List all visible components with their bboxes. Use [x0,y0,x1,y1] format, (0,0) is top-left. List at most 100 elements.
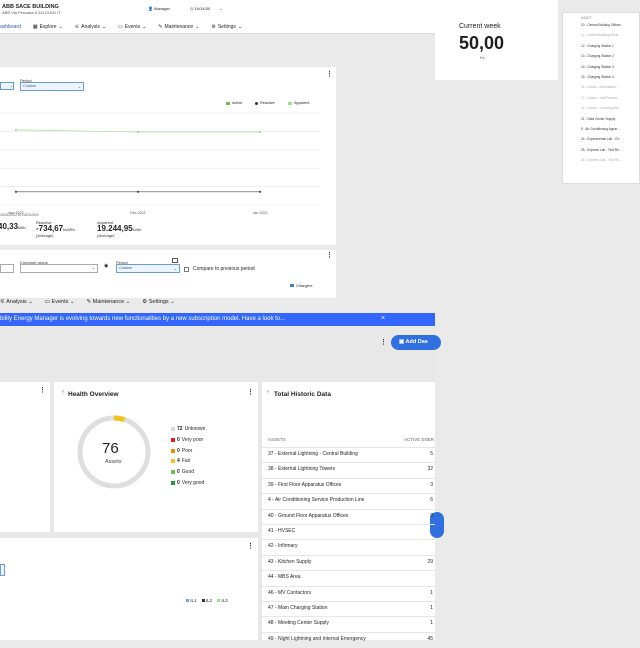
tab-maintenance[interactable]: ✎ Maintenance ⌄ [158,24,199,30]
health-label: Fair [181,458,191,465]
table-row[interactable]: 48 - Meeting Center Supply 1 [262,616,435,632]
period-select[interactable]: Custom ⌄ [20,82,84,91]
filter-select-left[interactable] [0,264,14,273]
health-legend-item[interactable]: 0 Poor [171,448,192,454]
asset-list-item[interactable]: 15 - Charging Station 4 [581,75,614,79]
table-row[interactable]: 39 - First Floor Apparatus Offices 3 [262,477,435,494]
table-row[interactable]: 46 - MV Contactors 1 [262,585,435,602]
table-row[interactable]: 42 - Infirmary [262,539,435,555]
table-row[interactable]: 47 - Main Charging Station 1 [262,601,435,617]
asset-list-item[interactable]: 5 - Air Conditioning Appar... [581,127,620,131]
legend-il1[interactable]: IL1 [186,598,197,603]
chart-select-left[interactable]: ⌄ [0,82,14,90]
compare-checkbox[interactable] [184,266,189,272]
active-energy-value: 1 [430,620,433,627]
subscription-banner: bility Energy Manager is evolving toward… [0,313,435,326]
drag-handle-icon[interactable]: ⠿ [266,390,270,396]
table-row[interactable]: 43 - Kitchen Supply 29 [262,554,435,571]
period-label: 10/14/30 [194,6,211,11]
stat-apparent-sub: (Average) [97,233,115,238]
tab-analysis[interactable]: ⚟ Analysis ⌄ [0,299,33,305]
legend-il3[interactable]: IL3 [217,598,228,603]
select-partial[interactable] [0,564,5,576]
asset-list-item[interactable]: 18 - Cooler - Lunching Sec... [581,106,622,110]
card-title: Total Historic Data [274,391,331,398]
add-dashboard-button[interactable]: ▣ Add Das [391,335,441,350]
asset-list-item[interactable]: 17 - Cooler - Unit Product... [581,96,620,100]
legend-il2[interactable]: IL2 [201,598,212,603]
asset-list-item[interactable]: 21 - Data Center Supply [581,117,615,121]
asset-list-item[interactable]: 13 - Charging Station 2 [581,54,614,58]
data-point[interactable] [136,130,140,134]
tab-analysis[interactable]: ⚟ Analysis ⌄ [75,24,106,30]
health-legend-item[interactable]: 4 Fair [171,458,190,464]
table-row[interactable]: 4 - Air Conditioning Service Production … [262,493,435,509]
row-divider [262,631,435,633]
tab-maintenance[interactable]: ✎ Maintenance ⌄ [87,299,131,305]
calendar-icon[interactable] [172,258,178,263]
data-point[interactable] [258,190,262,193]
legend-label: IL1 [190,598,197,603]
asset-list-item[interactable]: 16 - Cooler - Automation... [581,85,618,89]
kebab-menu-icon[interactable]: ⋮ [247,542,254,550]
asset-name: 44 - MBS Area [268,574,301,581]
health-legend-item[interactable]: 0 Good [171,469,194,475]
tab-settings[interactable]: ⚙ Settings ⌄ [211,24,242,30]
asset-list-item[interactable]: 25 - Experim Lab - Test Re... [581,148,622,152]
compare-checkbox-row[interactable]: Compare to previous period [184,266,255,272]
calendar-icon: ▭ [118,24,123,30]
card-title: Health Overview [68,391,119,398]
health-legend-item[interactable]: 72 Unknown [171,426,205,432]
asset-list-item[interactable]: 11 - Central Building Mech... [581,33,621,37]
health-legend-item[interactable]: 0 Very poor [171,437,203,443]
table-row[interactable]: 40 - Ground Floor Apparatus Offices 8 [262,508,435,525]
banner-text[interactable]: bility Energy Manager is evolving toward… [0,316,285,322]
close-icon[interactable]: × [381,315,385,322]
table-row[interactable]: 44 - MBS Area [262,570,435,586]
chevron-down-icon: ⌄ [101,24,107,30]
legend-active[interactable]: Active [226,101,242,105]
legend-reactive[interactable]: Reactive [255,101,275,105]
chevron-down-icon: ⌄ [69,299,75,305]
asset-list-item[interactable]: 26 - Experim Lab - Test Re... [581,158,622,162]
table-row[interactable]: 38 - External Lightning Towers 32 [262,462,435,478]
kebab-menu-icon[interactable]: ⋮ [247,388,254,396]
row-divider [262,585,435,587]
data-point[interactable] [14,190,18,193]
table-row[interactable]: 41 - HVSEC [262,524,435,540]
period-select[interactable]: Custom ⌄ [116,264,180,273]
asset-list-item[interactable]: 10 - Central Building Offices [581,23,621,27]
asset-list-item[interactable]: 14 - Charging Station 3 [581,65,614,69]
data-point[interactable] [258,130,262,134]
eye-icon[interactable]: ◉ [104,263,108,269]
user-menu[interactable]: 👤 Manager [148,6,170,11]
tab-dashboard[interactable]: ashboard [0,24,21,30]
legend-chargers[interactable]: Chargers [290,283,312,288]
asset-list-item[interactable]: 12 - Charging Station 1 [581,44,614,48]
data-point[interactable] [136,190,140,193]
kebab-menu-icon[interactable]: ⋮ [326,70,333,78]
period-menu[interactable]: ◷ 10/14/30 ⌄ [190,6,223,11]
tab-events[interactable]: ▭ Events ⌄ [45,299,75,305]
chevron-down-icon: ⌄ [77,85,81,89]
drag-handle-icon[interactable]: ⠿ [61,390,65,396]
tab-events[interactable]: ▭ Events ⌄ [118,24,146,30]
kebab-menu-icon[interactable]: ⋮ [326,251,333,259]
kebab-menu-icon[interactable]: ⋮ [39,386,46,394]
tab-settings[interactable]: ⚙ Settings ⌄ [142,299,174,305]
analysis-icon: ⚟ [0,299,5,305]
data-point[interactable] [14,128,18,131]
compare-group-select[interactable]: ⌄ [20,264,98,273]
kebab-menu-icon[interactable]: ⋮ [380,338,387,346]
tab-explore[interactable]: ▦ Explore ⌄ [33,24,63,30]
legend-apparent[interactable]: Apparent [288,101,309,105]
health-label: Poor [181,447,193,454]
table-row[interactable]: 49 - Night Lightning and Internal Emerge… [262,631,435,648]
legend-label: IL3 [221,598,228,603]
tab-label: Maintenance [164,24,194,30]
legend-label: Chargers [296,283,313,288]
health-legend-item[interactable]: 0 Very good [171,480,204,486]
table-row[interactable]: 37 - External Lightning - Central Buildi… [262,447,435,463]
asset-list-item[interactable]: 24 - Experimental Lab - Ch... [581,137,622,141]
stat-value: 19.244,95 [97,224,133,233]
